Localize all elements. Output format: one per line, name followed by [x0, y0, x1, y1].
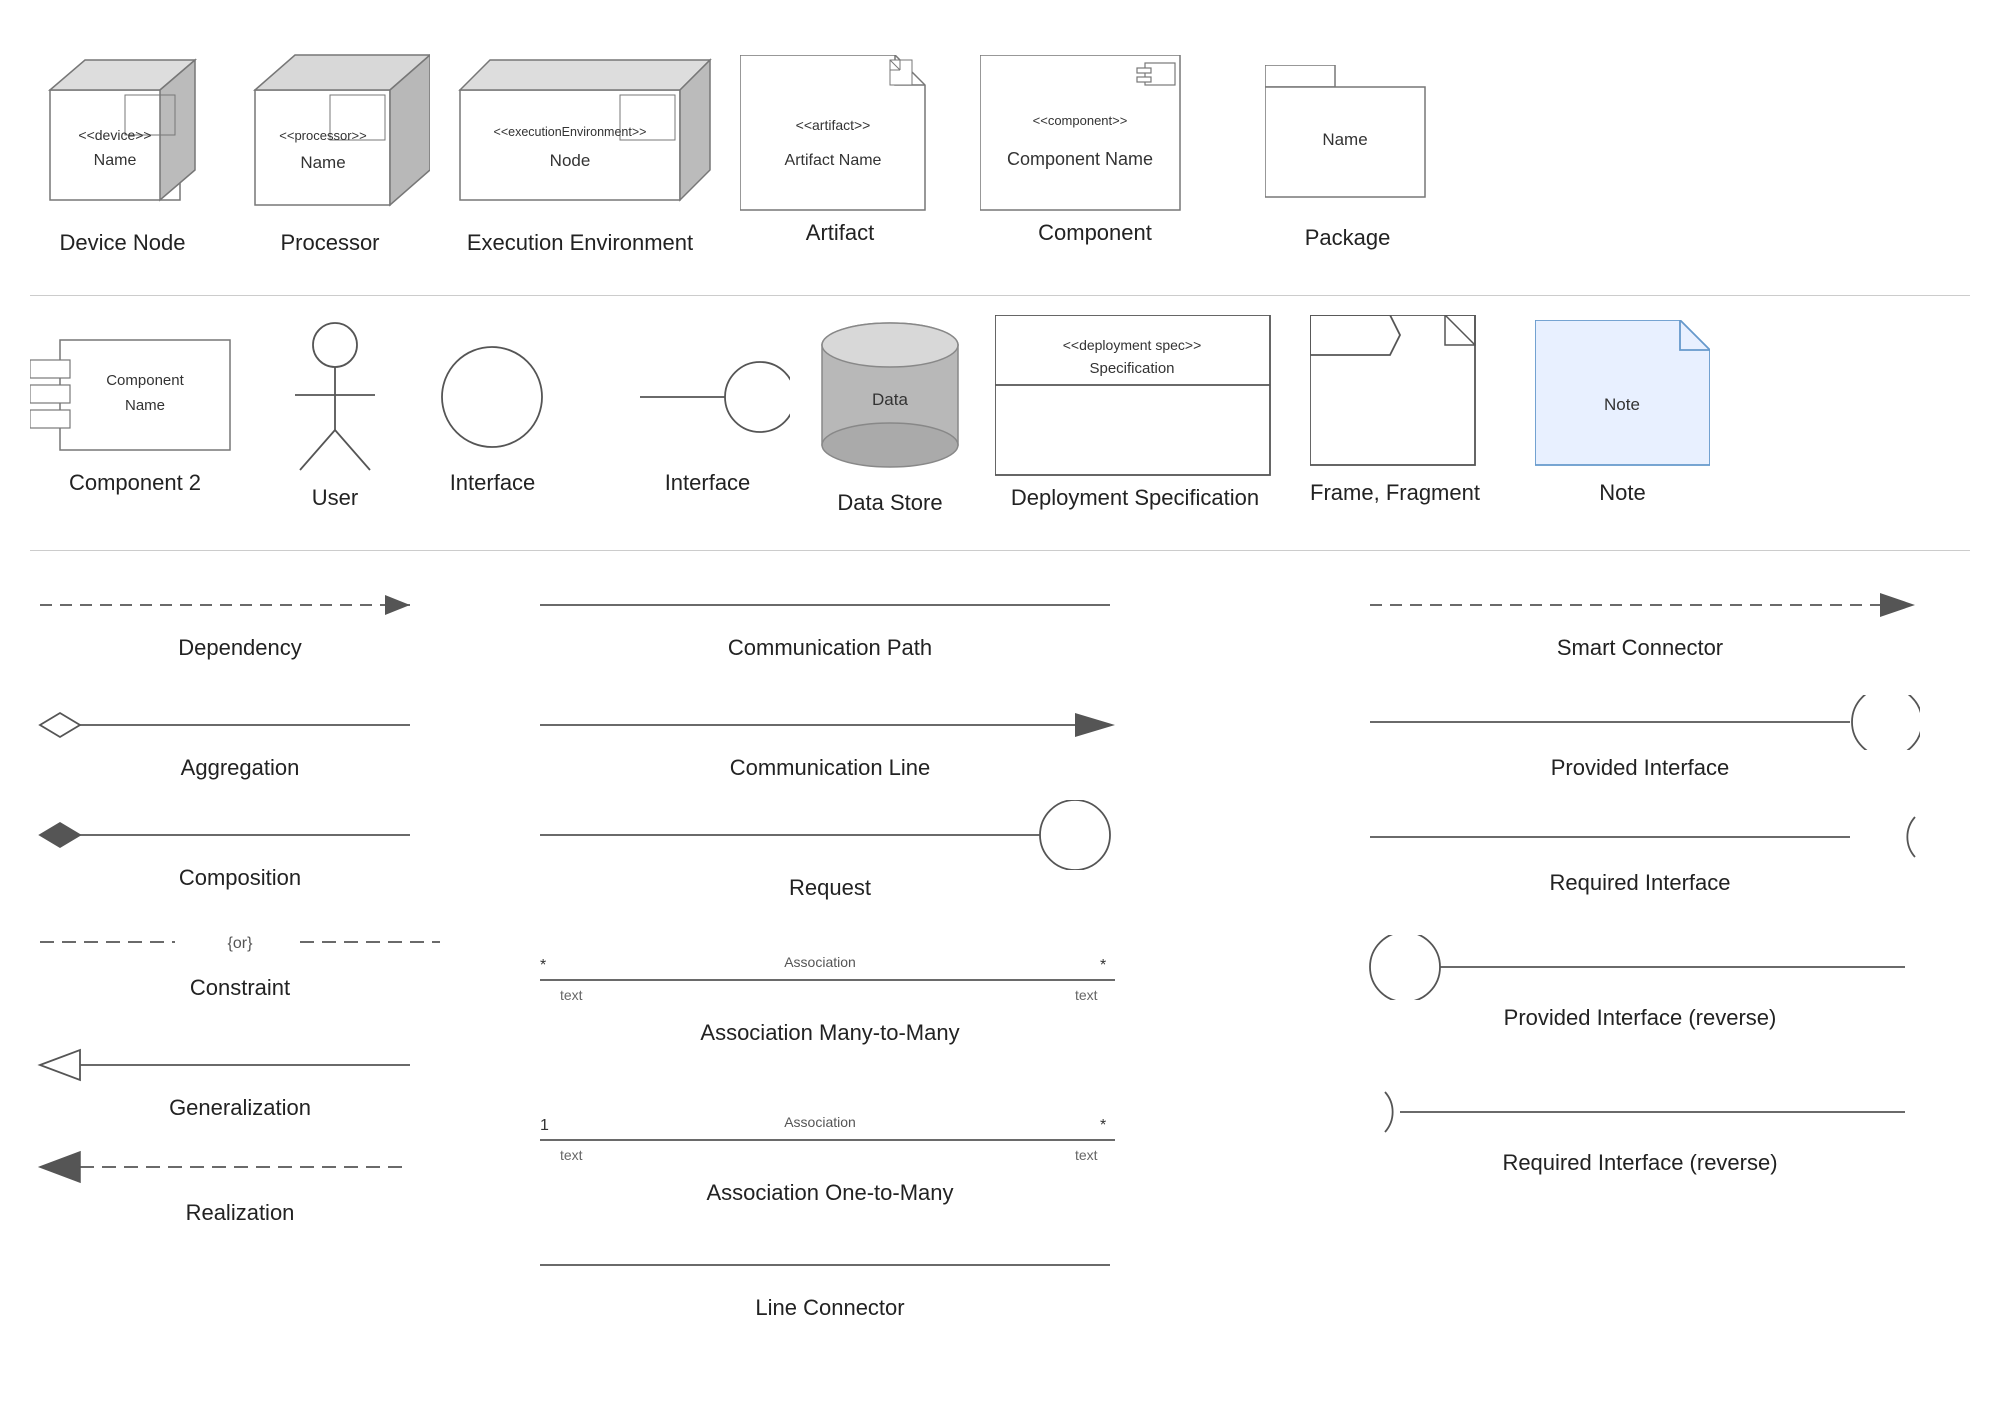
provided-interface-rev-label: Provided Interface (reverse) [1360, 1005, 1920, 1031]
provided-interface-shape [1360, 695, 1920, 750]
dependency-label: Dependency [30, 635, 450, 661]
svg-text:text: text [560, 1147, 583, 1163]
required-interface-shape [1360, 810, 1920, 865]
interface-lollipop-label: Interface [620, 470, 795, 496]
component-label: Component [980, 220, 1210, 246]
svg-text:Artifact Name: Artifact Name [785, 152, 882, 169]
device-node-label: Device Node [30, 230, 215, 256]
required-interface-label: Required Interface [1360, 870, 1920, 896]
generalization-label: Generalization [30, 1095, 450, 1121]
dependency-shape [30, 580, 450, 630]
svg-text:Component Name: Component Name [1007, 149, 1153, 169]
svg-text:Name: Name [300, 153, 345, 172]
line-connector-label: Line Connector [530, 1295, 1130, 1321]
communication-line-label: Communication Line [530, 755, 1130, 781]
assoc-many-many-label: Association Many-to-Many [530, 1020, 1130, 1046]
package-label: Package [1265, 225, 1430, 251]
request-label: Request [530, 875, 1130, 901]
provided-interface-rev-shape [1360, 935, 1920, 1000]
composition-label: Composition [30, 865, 450, 891]
svg-text:Association: Association [784, 954, 856, 970]
component2-label: Component 2 [30, 470, 240, 496]
svg-text:Specification: Specification [1089, 360, 1174, 377]
svg-text:<<executionEnvironment>>: <<executionEnvironment>> [494, 125, 647, 139]
svg-text:{or}: {or} [228, 935, 254, 952]
svg-text:Component: Component [106, 372, 184, 389]
svg-text:text: text [560, 987, 583, 1003]
assoc-many-many-shape: * * Association text text [530, 925, 1130, 1015]
interface-circle-shape [435, 340, 550, 455]
frame-fragment-shape [1310, 315, 1480, 470]
svg-text:<<device>>: <<device>> [78, 127, 151, 143]
svg-text:<<component>>: <<component>> [1033, 113, 1128, 128]
svg-text:Association: Association [784, 1114, 856, 1130]
svg-text:<<artifact>>: <<artifact>> [796, 117, 871, 133]
frame-fragment-label: Frame, Fragment [1310, 480, 1480, 506]
section-divider-1 [30, 295, 1970, 296]
user-label: User [275, 485, 395, 511]
realization-label: Realization [30, 1200, 450, 1226]
execution-env-shape: <<executionEnvironment>> Node [440, 40, 720, 225]
component2-shape: Component Name [30, 330, 240, 460]
svg-text:1: 1 [540, 1117, 549, 1134]
svg-text:Name: Name [125, 397, 165, 414]
execution-env-label: Execution Environment [440, 230, 720, 256]
line-connector-shape [530, 1240, 1130, 1290]
user-shape [275, 315, 395, 475]
aggregation-shape [30, 700, 450, 750]
note-shape: Note [1535, 320, 1710, 470]
svg-text:Node: Node [550, 151, 591, 170]
deployment-spec-label: Deployment Specification [995, 485, 1275, 511]
processor-shape: <<processor>> Name [230, 30, 430, 230]
deployment-spec-shape: <<deployment spec>> Specification [995, 315, 1275, 480]
constraint-label: Constraint [30, 975, 450, 1001]
required-interface-rev-label: Required Interface (reverse) [1360, 1150, 1920, 1176]
communication-line-shape [530, 700, 1130, 750]
svg-text:Name: Name [1322, 130, 1367, 149]
section-divider-2 [30, 550, 1970, 551]
svg-text:*: * [1100, 1117, 1106, 1134]
artifact-shape: <<artifact>> Artifact Name [740, 55, 940, 215]
smart-connector-label: Smart Connector [1360, 635, 1920, 661]
required-interface-rev-shape [1360, 1080, 1920, 1145]
data-store-shape: Data [810, 310, 970, 475]
processor-label: Processor [230, 230, 430, 256]
svg-text:<<processor>>: <<processor>> [279, 128, 366, 143]
svg-text:text: text [1075, 1147, 1098, 1163]
assoc-one-many-label: Association One-to-Many [530, 1180, 1130, 1206]
artifact-label: Artifact [740, 220, 940, 246]
component-shape: <<component>> Component Name [980, 55, 1210, 215]
provided-interface-label: Provided Interface [1360, 755, 1920, 781]
smart-connector-shape [1360, 580, 1920, 630]
svg-text:<<deployment spec>>: <<deployment spec>> [1063, 337, 1202, 353]
request-shape [530, 800, 1130, 870]
svg-text:Data: Data [872, 390, 908, 409]
svg-text:Note: Note [1604, 395, 1640, 414]
interface-circle-label: Interface [415, 470, 570, 496]
svg-text:*: * [1100, 957, 1106, 974]
assoc-one-many-shape: 1 * Association text text [530, 1085, 1130, 1175]
constraint-shape: {or} [30, 915, 450, 970]
svg-text:Name: Name [94, 152, 137, 169]
device-node-shape: <<device>> Name [30, 40, 215, 225]
svg-text:*: * [540, 957, 546, 974]
diagram-container: <<device>> Name Device Node <<processor>… [0, 0, 1996, 1408]
generalization-shape [30, 1040, 450, 1090]
communication-path-shape [530, 580, 1130, 630]
realization-shape [30, 1140, 450, 1195]
data-store-label: Data Store [810, 490, 970, 516]
composition-shape [30, 810, 450, 860]
interface-lollipop-shape [630, 340, 790, 455]
communication-path-label: Communication Path [530, 635, 1130, 661]
note-label: Note [1535, 480, 1710, 506]
aggregation-label: Aggregation [30, 755, 450, 781]
package-shape: Name [1265, 65, 1430, 220]
svg-text:text: text [1075, 987, 1098, 1003]
